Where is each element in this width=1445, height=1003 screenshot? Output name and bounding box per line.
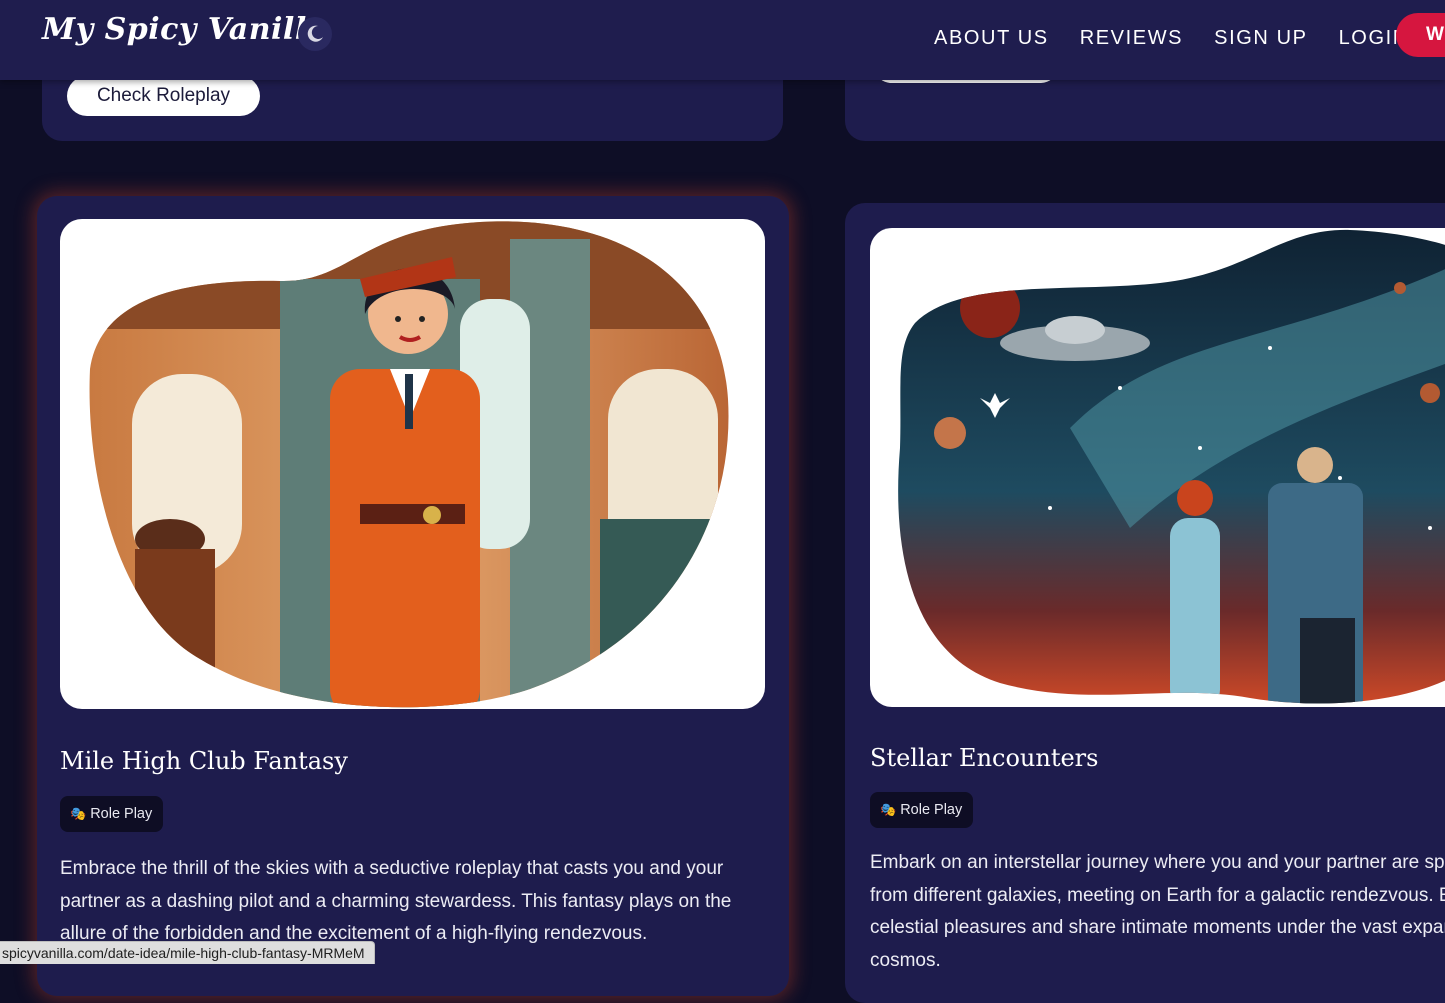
card-image — [870, 228, 1445, 707]
description-line: Embark on an interstellar journey where … — [870, 852, 1445, 873]
tag-label: Role Play — [900, 802, 963, 818]
nav-reviews[interactable]: REVIEWS — [1080, 27, 1183, 50]
card-image — [60, 219, 765, 709]
space-couple-illustration — [898, 229, 1445, 704]
theater-masks-icon: 🎭 — [70, 806, 87, 821]
card-title[interactable]: Mile High Club Fantasy — [60, 747, 348, 775]
description-line: Embrace the thrill of the skies with a s… — [60, 858, 724, 879]
category-tag[interactable]: 🎭 Role Play — [870, 792, 974, 828]
card-description: Embrace the thrill of the skies with a s… — [60, 853, 731, 951]
description-line: partner as a dashing pilot and a charmin… — [60, 890, 732, 912]
date-idea-card-stellar[interactable]: Stellar Encounters 🎭 Role Play Embark on… — [845, 203, 1445, 1003]
site-logo[interactable]: My Spicy Vanilla — [42, 12, 327, 47]
tag-label: Role Play — [90, 806, 153, 822]
description-line: from different galaxies, meeting on Eart… — [870, 884, 1445, 906]
date-idea-card-mile-high[interactable]: Mile High Club Fantasy 🎭 Role Play Embra… — [37, 196, 789, 996]
theater-masks-icon: 🎭 — [880, 802, 897, 817]
cta-button[interactable]: W — [1396, 13, 1445, 57]
nav-about-us[interactable]: ABOUT US — [934, 27, 1049, 50]
check-roleplay-button[interactable]: Check Roleplay — [67, 76, 260, 116]
moon-icon[interactable] — [298, 17, 332, 51]
category-tag[interactable]: 🎭 Role Play — [60, 796, 164, 832]
site-header: My Spicy Vanilla ABOUT US REVIEWS SIGN U… — [0, 0, 1445, 80]
stewardess-illustration — [89, 221, 729, 708]
status-bar-url: spicyvanilla.com/date-idea/mile-high-clu… — [0, 941, 375, 964]
main-nav: ABOUT US REVIEWS SIGN UP LOGIN — [934, 27, 1440, 50]
card-title[interactable]: Stellar Encounters — [870, 744, 1098, 772]
description-line: celestial pleasures and share intimate m… — [870, 917, 1445, 938]
nav-sign-up[interactable]: SIGN UP — [1214, 27, 1307, 50]
description-line: cosmos. — [870, 949, 941, 971]
card-description: Embark on an interstellar journey where … — [870, 847, 1445, 977]
